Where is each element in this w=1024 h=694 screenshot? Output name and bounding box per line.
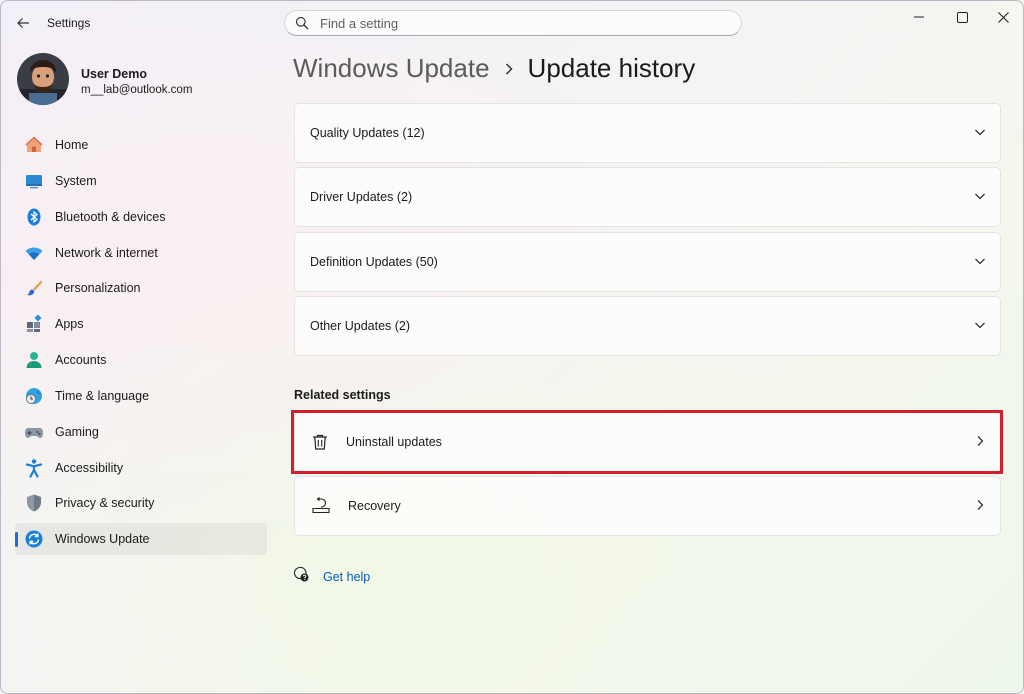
recovery-row[interactable]: Recovery <box>294 476 1001 536</box>
search-box[interactable] <box>284 10 742 36</box>
chevron-down-icon <box>974 126 986 138</box>
sidebar-item-accounts[interactable]: Accounts <box>15 344 267 376</box>
system-icon <box>24 171 44 191</box>
close-icon <box>997 11 1009 23</box>
wifi-icon <box>24 243 44 263</box>
sidebar-item-label: Apps <box>55 317 84 332</box>
chevron-down-icon <box>974 319 986 331</box>
expander-label: Driver Updates (2) <box>310 190 413 204</box>
user-email: m__lab@outlook.com <box>81 84 193 96</box>
accessibility-icon <box>24 458 44 478</box>
sidebar-item-label: Personalization <box>55 281 141 296</box>
search-input[interactable] <box>318 14 702 32</box>
sidebar-item-label: Home <box>55 138 89 152</box>
sidebar-item-label: Gaming <box>55 424 99 439</box>
sidebar-item-bluetooth[interactable]: Bluetooth & devices <box>15 201 267 233</box>
expander-label: Definition Updates (50) <box>310 255 438 269</box>
search-icon <box>295 16 309 30</box>
sidebar-item-privacy-security[interactable]: Privacy & security <box>15 487 267 519</box>
definition-updates-expander[interactable]: Definition Updates (50) <box>294 232 1001 292</box>
chevron-right-icon <box>504 62 514 76</box>
related-settings-title: Related settings <box>294 388 391 402</box>
sidebar-item-accessibility[interactable]: Accessibility <box>15 452 267 484</box>
close-button[interactable] <box>983 5 1023 29</box>
sidebar-item-network[interactable]: Network & internet <box>15 237 267 269</box>
back-button[interactable] <box>11 11 35 35</box>
get-help-label[interactable]: Get help <box>323 570 370 584</box>
chevron-right-icon <box>974 499 986 511</box>
breadcrumb: Windows Update Update history <box>293 53 695 84</box>
page-title: Update history <box>527 53 696 83</box>
chevron-down-icon <box>974 190 986 202</box>
sidebar-item-label: System <box>55 173 97 188</box>
breadcrumb-parent[interactable]: Windows Update <box>293 53 490 84</box>
maximize-icon <box>956 11 968 23</box>
sidebar-item-label: Network & internet <box>55 245 158 260</box>
back-arrow-icon <box>17 18 29 28</box>
app-title: Settings <box>47 16 91 30</box>
sidebar-item-gaming[interactable]: Gaming <box>15 416 267 448</box>
gamepad-icon <box>24 422 44 442</box>
expander-label: Other Updates (2) <box>310 319 411 333</box>
home-icon <box>24 135 44 155</box>
sidebar-item-label: Accessibility <box>55 460 124 475</box>
globe-clock-icon <box>24 386 44 406</box>
shield-icon <box>24 493 44 513</box>
sidebar-item-windows-update[interactable]: Windows Update <box>15 523 267 556</box>
sidebar-item-time-language[interactable]: Time & language <box>15 380 267 412</box>
apps-icon <box>24 314 44 334</box>
driver-updates-expander[interactable]: Driver Updates (2) <box>294 167 1001 227</box>
sidebar-nav: Home System Bluetooth & devices Network … <box>15 129 267 559</box>
quality-updates-expander[interactable]: Quality Updates (12) <box>294 103 1001 163</box>
minimize-icon <box>914 16 924 18</box>
chevron-down-icon <box>974 255 986 267</box>
sidebar-item-label: Bluetooth & devices <box>55 209 166 224</box>
sidebar-item-label: Time & language <box>55 388 150 403</box>
recovery-icon <box>311 497 331 515</box>
other-updates-expander[interactable]: Other Updates (2) <box>294 296 1001 356</box>
user-name: User Demo <box>81 67 147 81</box>
maximize-button[interactable] <box>942 5 982 29</box>
update-icon <box>24 529 44 549</box>
bluetooth-icon <box>24 207 44 227</box>
avatar[interactable] <box>17 53 69 105</box>
sidebar-item-label: Accounts <box>55 353 107 368</box>
sidebar-item-home[interactable]: Home <box>15 129 267 161</box>
row-label: Recovery <box>348 499 401 513</box>
selection-indicator <box>15 532 18 548</box>
sidebar-item-label: Windows Update <box>55 532 150 547</box>
brush-icon <box>24 278 44 298</box>
sidebar-item-personalization[interactable]: Personalization <box>15 272 267 304</box>
settings-window: Settings User Demo m__lab@outlo <box>0 0 1024 694</box>
title-bar: Settings <box>1 1 1023 47</box>
sidebar-item-apps[interactable]: Apps <box>15 308 267 340</box>
get-help-link[interactable]: Get help <box>293 566 370 587</box>
expander-label: Quality Updates (12) <box>310 126 425 140</box>
sidebar-item-label: Privacy & security <box>55 496 155 511</box>
help-chat-icon <box>293 566 309 587</box>
sidebar-item-system[interactable]: System <box>15 165 267 197</box>
avatar-icon <box>17 53 69 105</box>
minimize-button[interactable] <box>899 5 939 29</box>
highlight-box <box>291 410 1003 474</box>
accounts-icon <box>24 350 44 370</box>
